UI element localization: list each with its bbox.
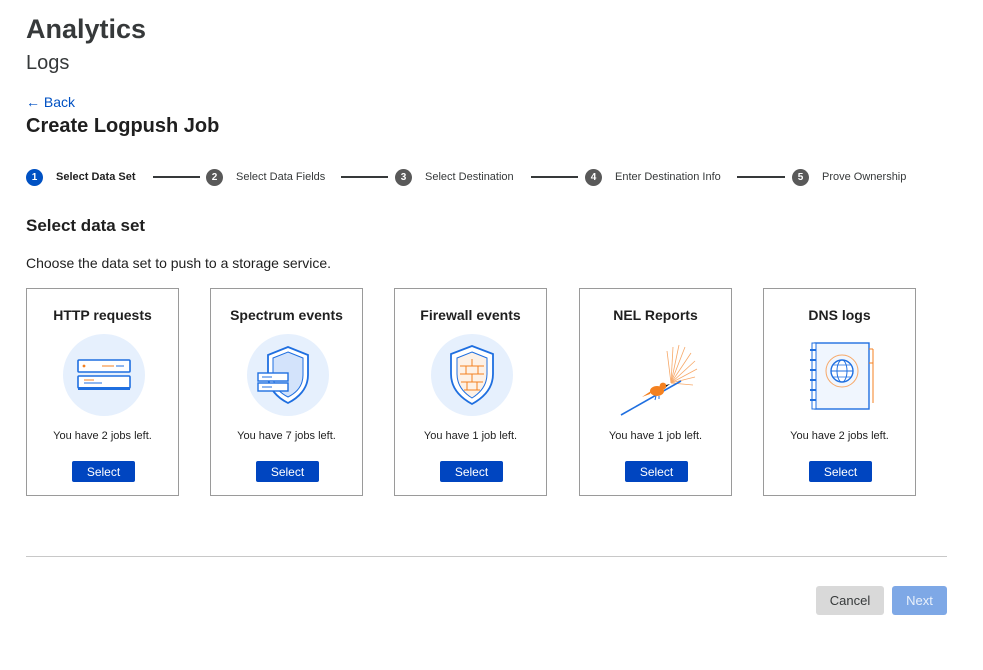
step-1: 1 Select Data Set xyxy=(26,168,135,186)
step-2: 2 Select Data Fields xyxy=(206,168,325,186)
step-4: 4 Enter Destination Info xyxy=(585,168,721,186)
select-button[interactable]: Select xyxy=(625,461,688,482)
card-title: Firewall events xyxy=(420,307,521,323)
card-title: NEL Reports xyxy=(613,307,698,323)
jobs-left-text: You have 1 job left. xyxy=(608,430,703,442)
step-5: 5 Prove Ownership xyxy=(792,168,906,186)
jobs-left-text: You have 1 job left. xyxy=(423,430,518,442)
step-connector xyxy=(737,176,785,178)
next-button[interactable]: Next xyxy=(892,586,947,615)
back-link[interactable]: ← Back xyxy=(26,94,75,110)
card-title: Spectrum events xyxy=(230,307,343,323)
app-subtitle: Logs xyxy=(26,52,70,74)
step-label: Prove Ownership xyxy=(822,171,907,183)
jobs-left-text: You have 2 jobs left. xyxy=(790,430,889,442)
dataset-card-spectrum-events[interactable]: Spectrum events You have 7 jobs left. Se… xyxy=(210,288,363,496)
step-label: Enter Destination Info xyxy=(615,171,721,183)
section-title: Select data set xyxy=(26,216,146,235)
step-3: 3 Select Destination xyxy=(395,168,514,186)
bird-icon xyxy=(620,344,698,416)
firewall-shield-icon xyxy=(431,334,513,416)
step-connector xyxy=(341,176,388,178)
select-button[interactable]: Select xyxy=(440,461,503,482)
dataset-card-nel-reports[interactable]: NEL Reports You have 1 job left. Select xyxy=(579,288,732,496)
section-description: Choose the data set to push to a storage… xyxy=(26,255,332,271)
jobs-left-text: You have 7 jobs left. xyxy=(237,430,336,442)
step-label: Select Data Set xyxy=(56,171,136,183)
app-title: Analytics xyxy=(26,14,147,44)
step-label: Select Destination xyxy=(425,171,514,183)
dataset-card-dns-logs[interactable]: DNS logs You have 2 jobs left. Select xyxy=(763,288,916,496)
dataset-card-http-requests[interactable]: HTTP requests You have 2 jobs left. Sele… xyxy=(26,288,179,496)
dataset-card-firewall-events[interactable]: Firewall events You have 1 job left. Sel… xyxy=(394,288,547,496)
step-number: 4 xyxy=(585,168,602,186)
card-title: DNS logs xyxy=(808,307,871,323)
select-button[interactable]: Select xyxy=(72,461,135,482)
page-title: Create Logpush Job xyxy=(26,115,220,137)
shield-server-icon xyxy=(247,334,329,416)
server-icon xyxy=(63,334,145,416)
select-button[interactable]: Select xyxy=(809,461,872,482)
step-connector xyxy=(531,176,578,178)
step-label: Select Data Fields xyxy=(236,171,326,183)
step-number: 2 xyxy=(206,168,223,186)
notebook-globe-icon xyxy=(810,342,874,410)
card-title: HTTP requests xyxy=(53,307,152,323)
jobs-left-text: You have 2 jobs left. xyxy=(53,430,152,442)
step-number: 3 xyxy=(395,168,412,186)
footer-divider xyxy=(26,556,947,557)
cancel-button[interactable]: Cancel xyxy=(816,586,884,615)
select-button[interactable]: Select xyxy=(256,461,319,482)
step-number: 1 xyxy=(26,168,43,186)
step-connector xyxy=(153,176,200,178)
step-number: 5 xyxy=(792,168,809,186)
stepper: 1 Select Data Set 2 Select Data Fields 3… xyxy=(26,168,926,186)
